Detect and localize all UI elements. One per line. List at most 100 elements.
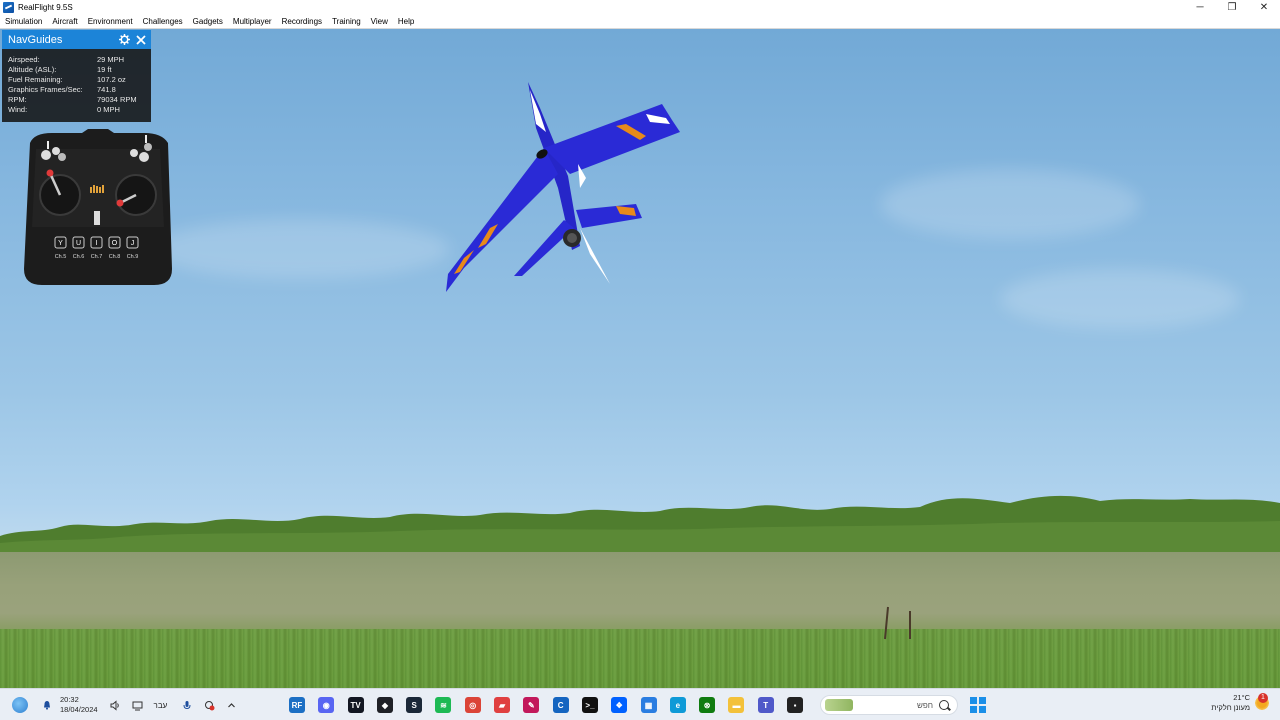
weather-alert-badge: 1 (1258, 693, 1268, 703)
tx-button-label: Y (58, 240, 63, 247)
meet-now-icon[interactable] (203, 699, 215, 711)
volume-icon[interactable] (110, 699, 122, 711)
menu-view[interactable]: View (366, 15, 393, 29)
close-button[interactable]: ✕ (1248, 0, 1280, 15)
fence-posts (884, 606, 911, 640)
search-icon (939, 700, 949, 710)
tx-button-label: I (96, 240, 98, 247)
menu-gadgets[interactable]: Gadgets (188, 15, 228, 29)
navguides-header: NavGuides (2, 30, 151, 49)
tx-button-label: J (131, 240, 135, 247)
store-app-icon[interactable]: ▦ (640, 697, 657, 713)
tx-channel-label: Ch.9 (127, 254, 139, 260)
dropbox-app-icon[interactable]: ❖ (611, 697, 628, 713)
readout-label: Altitude (ASL): (8, 65, 57, 74)
chevron-up-icon[interactable] (225, 699, 237, 711)
pen-app-icon[interactable]: ✎ (523, 697, 540, 713)
taskbar-search-box[interactable]: חפש (820, 695, 958, 715)
menu-challenges[interactable]: Challenges (138, 15, 188, 29)
readout-rpm: RPM: 79034 RPM (8, 95, 151, 105)
readout-value: 19 ft (97, 65, 112, 74)
spotify-app-icon[interactable]: ≋ (435, 697, 452, 713)
foreground-grass (0, 629, 1280, 688)
realflight-app-icon[interactable]: RF (289, 697, 305, 713)
close-icon[interactable] (134, 33, 148, 47)
menu-training[interactable]: Training (327, 15, 366, 29)
readout-label: Fuel Remaining: (8, 75, 63, 84)
menu-bar: Simulation Aircraft Environment Challeng… (0, 15, 1280, 29)
input-language[interactable]: עבר (154, 701, 168, 710)
cloud (150, 219, 450, 279)
binance-app-icon[interactable]: ◆ (376, 697, 393, 713)
readout-value: 29 MPH (97, 55, 125, 64)
teams-app-icon[interactable]: T (757, 697, 774, 713)
tx-button-label: U (76, 240, 81, 247)
readout-value: 0 MPH (97, 105, 120, 114)
edge-app-icon[interactable]: e (669, 697, 686, 713)
navguides-panel: NavGuides Airspeed: 29 MPH Altitude (ASL… (2, 30, 151, 122)
bell-icon[interactable] (42, 700, 52, 710)
window-titlebar: RealFlight 9.5S ─ ❐ ✕ (0, 0, 1280, 15)
rc-transmitter-widget[interactable]: Y U I O J Ch.5 Ch.6 Ch.7 Ch.8 Ch.9 (22, 129, 173, 286)
windows-start-button[interactable] (970, 697, 986, 713)
weather-text: 21°C מעונן חלקית (1211, 693, 1250, 713)
menu-recordings[interactable]: Recordings (277, 15, 327, 29)
treeline (0, 495, 1280, 561)
readout-value: 79034 RPM (97, 95, 137, 104)
menu-simulation[interactable]: Simulation (0, 15, 47, 29)
rc-jet-aircraft (446, 82, 680, 292)
menu-multiplayer[interactable]: Multiplayer (228, 15, 277, 29)
cloud (880, 169, 1140, 239)
readout-fps: Graphics Frames/Sec: 741.8 (8, 85, 151, 95)
tradingview-app-icon[interactable]: TV (347, 697, 364, 713)
discord-app-icon[interactable]: ◉ (318, 697, 335, 713)
clock-time: 20:32 (60, 695, 79, 704)
terminal-app-icon[interactable]: >_ (581, 697, 598, 713)
readout-value: 741.8 (97, 85, 116, 94)
maximize-button[interactable]: ❐ (1216, 0, 1248, 15)
cursor-app-icon[interactable]: C (552, 697, 569, 713)
media-app-icon[interactable]: ▰ (494, 697, 511, 713)
navguides-title: NavGuides (8, 33, 63, 46)
steam-app-icon[interactable]: S (406, 697, 423, 713)
taskbar-pinned-apps: RF ◉ TV ◆ S ≋ ◎ ▰ ✎ C >_ ❖ ▦ e ⊗ ▬ T ▪ (289, 689, 816, 720)
readout-value: 107.2 oz (97, 75, 126, 84)
menu-environment[interactable]: Environment (83, 15, 138, 29)
network-icon[interactable] (132, 699, 144, 711)
menu-aircraft[interactable]: Aircraft (47, 15, 82, 29)
menu-help[interactable]: Help (393, 15, 419, 29)
clock-date: 18/04/2024 (60, 705, 98, 714)
gear-icon[interactable] (117, 33, 131, 47)
readout-wind: Wind: 0 MPH (8, 105, 151, 115)
window-title: RealFlight 9.5S (18, 3, 73, 12)
taskbar-clock[interactable]: 20:32 18/04/2024 (60, 695, 98, 715)
microphone-icon[interactable] (181, 699, 193, 711)
readout-label: RPM: (8, 95, 27, 104)
chrome-app-icon[interactable]: ◎ (464, 697, 481, 713)
minimize-button[interactable]: ─ (1184, 0, 1216, 15)
readout-label: Graphics Frames/Sec: (8, 85, 83, 94)
readout-fuel: Fuel Remaining: 107.2 oz (8, 75, 151, 85)
windows-taskbar: 20:32 18/04/2024 עבר RF ◉ TV ◆ S ≋ ◎ ▰ ✎ C >_ ❖ ▦ e ⊗ ▬… (0, 688, 1280, 720)
tx-channel-label: Ch.7 (91, 254, 103, 260)
readout-label: Wind: (8, 105, 28, 114)
navguides-readouts: Airspeed: 29 MPH Altitude (ASL): 19 ft F… (2, 49, 151, 115)
xbox-app-icon[interactable]: ⊗ (699, 697, 716, 713)
cloud (1000, 269, 1240, 329)
search-highlight-icon (825, 699, 853, 711)
tx-channel-label: Ch.6 (73, 254, 85, 260)
folder-app-icon[interactable]: ▬ (728, 697, 745, 713)
weather-desc: מעונן חלקית (1211, 703, 1250, 712)
readout-altitude: Altitude (ASL): 19 ft (8, 65, 151, 75)
black-app-icon[interactable]: ▪ (787, 697, 804, 713)
weather-widget-icon[interactable] (12, 697, 28, 713)
readout-label: Airspeed: (8, 55, 40, 64)
taskbar-system-area: 20:32 18/04/2024 עבר (12, 689, 247, 720)
tx-button-label: O (112, 240, 118, 247)
tx-channel-label: Ch.5 (55, 254, 67, 260)
partly-cloudy-icon: 1 (1254, 693, 1270, 711)
readout-airspeed: Airspeed: 29 MPH (8, 55, 151, 65)
taskbar-weather[interactable]: 21°C מעונן חלקית 1 (1211, 693, 1270, 713)
search-placeholder: חפש (917, 700, 933, 710)
window-controls: ─ ❐ ✕ (1184, 0, 1280, 15)
